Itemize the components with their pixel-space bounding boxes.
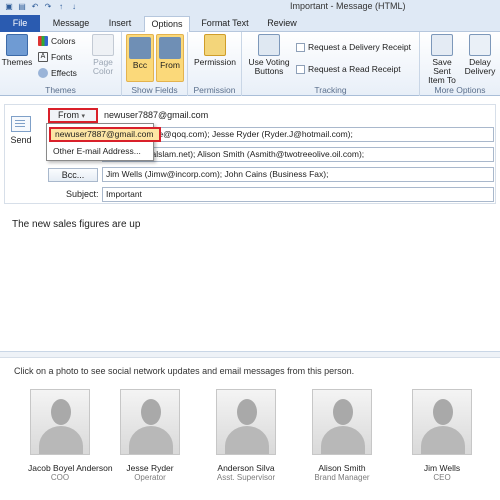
- person-card[interactable]: Jim Wells CEO: [410, 389, 474, 482]
- person-photo[interactable]: [120, 389, 180, 455]
- delivery-receipt-option[interactable]: Request a Delivery Receipt: [296, 42, 411, 52]
- from-option-gmail[interactable]: newuser7887@gmail.com: [49, 127, 161, 142]
- tab-file[interactable]: File: [0, 15, 40, 32]
- effects-icon: [38, 68, 48, 78]
- show-fields-group: Bcc From Show Fields: [122, 32, 188, 96]
- person-card[interactable]: Jacob Boyel Anderson COO: [28, 389, 113, 482]
- from-dropdown-menu: newuser7887@gmail.com Other E-mail Addre…: [46, 123, 161, 161]
- person-name: Jacob Boyel Anderson: [28, 463, 113, 473]
- more-options-group-label: More Options: [434, 85, 486, 95]
- tab-options[interactable]: Options: [144, 16, 190, 33]
- person-name: Alison Smith: [318, 463, 366, 473]
- bcc-button[interactable]: Bcc: [126, 34, 154, 82]
- tracking-group: Use Voting Buttons Request a Delivery Re…: [242, 32, 420, 96]
- subject-label: Subject:: [66, 189, 99, 199]
- tracking-group-label: Tracking: [314, 85, 347, 95]
- read-receipt-option[interactable]: Request a Read Receipt: [296, 64, 401, 74]
- permission-group-label: Permission: [193, 85, 236, 95]
- ribbon: Themes Colors A Fonts Effects Page Color…: [0, 32, 500, 96]
- tab-review[interactable]: Review: [260, 16, 304, 32]
- folder-icon: [431, 34, 453, 56]
- delivery-receipt-checkbox[interactable]: [296, 42, 305, 52]
- person-name: Jim Wells: [423, 463, 461, 473]
- person-title: CEO: [433, 473, 451, 482]
- colors-icon: [38, 36, 48, 46]
- permission-group: Permission Permission: [188, 32, 242, 96]
- delay-delivery-button[interactable]: Delay Delivery: [462, 34, 498, 76]
- quick-access-toolbar: ▣ ▤ ↶ ↷ ↑ ↓: [0, 2, 79, 12]
- permission-button[interactable]: Permission: [192, 34, 238, 67]
- fonts-icon: A: [38, 52, 48, 62]
- person-photo[interactable]: [216, 389, 276, 455]
- person-name: Jesse Ryder: [126, 463, 174, 473]
- bcc-field-button[interactable]: Bcc...: [48, 168, 98, 182]
- page-color-icon: [92, 34, 114, 56]
- person-name: Anderson Silva: [217, 463, 275, 473]
- more-options-group: Save Sent Item To Delay Delivery More Op…: [420, 32, 500, 96]
- person-card[interactable]: Anderson Silva Asst. Supervisor: [214, 389, 278, 482]
- voting-icon: [258, 34, 280, 56]
- effects-button[interactable]: Effects: [38, 68, 77, 78]
- person-photo[interactable]: [30, 389, 90, 455]
- tab-message[interactable]: Message: [48, 16, 94, 32]
- from-option-other[interactable]: Other E-mail Address...: [53, 146, 141, 156]
- redo-icon[interactable]: ↷: [43, 2, 53, 12]
- read-receipt-checkbox[interactable]: [296, 64, 305, 74]
- person-title: COO: [50, 473, 70, 482]
- down-arrow-icon[interactable]: ↓: [69, 2, 79, 12]
- person-card[interactable]: Jesse Ryder Operator: [118, 389, 182, 482]
- people-pane-splitter[interactable]: [0, 352, 500, 358]
- person-title: Brand Manager: [314, 473, 370, 482]
- up-arrow-icon[interactable]: ↑: [56, 2, 66, 12]
- send-icon: [11, 116, 31, 132]
- tab-insert[interactable]: Insert: [100, 16, 140, 32]
- themes-icon: [6, 34, 28, 56]
- from-field-button[interactable]: From: [156, 34, 184, 82]
- use-voting-buttons[interactable]: Use Voting Buttons: [246, 34, 292, 76]
- send-button[interactable]: Send: [6, 116, 36, 152]
- colors-button[interactable]: Colors: [38, 36, 76, 46]
- themes-group: Themes Colors A Fonts Effects Page Color…: [0, 32, 122, 96]
- clock-icon: [469, 34, 491, 56]
- envelope-lock-icon: [204, 34, 226, 56]
- bcc-field[interactable]: Jim Wells (Jimw@incorp.com); John Cains …: [102, 167, 494, 182]
- person-title: Operator: [134, 473, 166, 482]
- bcc-icon: [129, 37, 151, 59]
- person-photo[interactable]: [412, 389, 472, 455]
- tab-format-text[interactable]: Format Text: [196, 16, 254, 32]
- from-field-icon: [159, 37, 181, 59]
- outlook-icon: ▣: [5, 2, 13, 11]
- from-address: newuser7887@gmail.com: [104, 110, 209, 120]
- from-button[interactable]: From ▾: [48, 108, 98, 123]
- fonts-button[interactable]: A Fonts: [38, 52, 72, 62]
- person-photo[interactable]: [312, 389, 372, 455]
- show-fields-group-label: Show Fields: [131, 85, 178, 95]
- save-sent-item-button[interactable]: Save Sent Item To: [424, 34, 460, 85]
- themes-group-label: Themes: [45, 85, 76, 95]
- cc-field[interactable]: (Silva@digitalslam.net); Alison Smith (A…: [102, 147, 494, 162]
- title-bar: ▣ ▤ ↶ ↷ ↑ ↓ Important - Message (HTML): [0, 0, 500, 14]
- ribbon-tabs: File Message Insert Options Format Text …: [0, 14, 500, 33]
- page-color-button[interactable]: Page Color: [88, 34, 118, 76]
- people-pane-info: Click on a photo to see social network u…: [14, 366, 355, 376]
- window-title: Important - Message (HTML): [290, 1, 406, 11]
- undo-icon[interactable]: ↶: [30, 2, 40, 12]
- chevron-down-icon: ▾: [81, 113, 86, 120]
- person-card[interactable]: Alison Smith Brand Manager: [310, 389, 374, 482]
- save-icon[interactable]: ▤: [17, 2, 27, 12]
- themes-button[interactable]: Themes: [2, 34, 32, 67]
- subject-field[interactable]: Important: [102, 187, 494, 202]
- person-title: Asst. Supervisor: [216, 473, 276, 482]
- body-text: The new sales figures are up: [12, 219, 141, 230]
